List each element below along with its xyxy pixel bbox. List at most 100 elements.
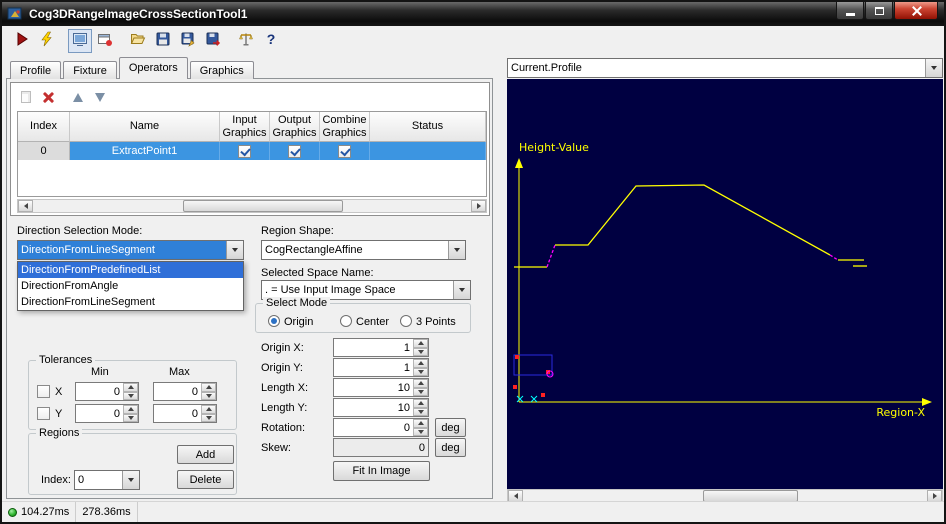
add-region-button[interactable]: Add bbox=[177, 445, 234, 464]
radio-center[interactable] bbox=[340, 315, 352, 327]
spin-down-button[interactable] bbox=[413, 387, 428, 396]
tolerance-x-min-input[interactable]: 0 bbox=[75, 382, 139, 401]
tab-graphics[interactable]: Graphics bbox=[189, 61, 254, 79]
spin-up-button[interactable] bbox=[413, 399, 428, 408]
region-shape-combo[interactable]: CogRectangleAffine bbox=[261, 240, 466, 260]
save-as-button[interactable] bbox=[176, 29, 200, 53]
image-display-button[interactable] bbox=[68, 29, 92, 53]
grid-hscrollbar[interactable] bbox=[17, 199, 487, 213]
length-x-value: 10 bbox=[397, 382, 410, 394]
rotation-input[interactable]: 0 bbox=[333, 418, 429, 437]
main-toolbar: ? bbox=[2, 26, 944, 56]
spin-up-button[interactable] bbox=[413, 379, 428, 388]
fit-in-image-button[interactable]: Fit In Image bbox=[333, 461, 430, 481]
tolerance-y-max-input[interactable]: 0 bbox=[153, 404, 217, 423]
chevron-down-icon bbox=[931, 66, 937, 70]
minimize-button[interactable] bbox=[836, 2, 864, 20]
spin-up-button[interactable] bbox=[413, 339, 428, 348]
spin-down-button[interactable] bbox=[413, 407, 428, 416]
spin-up-button[interactable] bbox=[201, 383, 216, 392]
export-button[interactable] bbox=[201, 29, 225, 53]
spinner bbox=[123, 405, 138, 422]
rotation-deg-button[interactable]: deg bbox=[435, 418, 466, 437]
app-window: Cog3DRangeImageCrossSectionTool1 ? Profi… bbox=[0, 0, 946, 524]
scroll-left-button[interactable] bbox=[18, 200, 33, 212]
add-operator-button[interactable] bbox=[15, 86, 37, 108]
table-row[interactable]: 0 ExtractPoint1 bbox=[18, 142, 486, 160]
lightning-icon bbox=[39, 31, 55, 52]
origin-x-input[interactable]: 1 bbox=[333, 338, 429, 357]
length-y-spinner bbox=[413, 399, 428, 416]
tab-profile[interactable]: Profile bbox=[10, 61, 62, 79]
region-index-value: 0 bbox=[78, 474, 85, 486]
combine-graphics-checkbox[interactable] bbox=[338, 144, 351, 158]
live-run-button[interactable] bbox=[35, 29, 59, 53]
tolerance-y-checkbox[interactable] bbox=[37, 407, 50, 420]
maximize-button[interactable] bbox=[865, 2, 893, 20]
spin-up-button[interactable] bbox=[123, 405, 138, 414]
output-graphics-checkbox[interactable] bbox=[288, 144, 301, 158]
profile-selector-combo[interactable]: Current.Profile bbox=[507, 58, 943, 78]
region-shape-dropdown-button[interactable] bbox=[448, 241, 465, 259]
col-index: Index bbox=[18, 112, 70, 142]
radio-origin-label: Origin bbox=[284, 316, 314, 328]
tolerances-label: Tolerances bbox=[36, 354, 96, 366]
tolerance-x-checkbox[interactable] bbox=[37, 385, 50, 398]
regions-group: Regions Add Index: 0 Delete bbox=[28, 427, 237, 495]
select-mode-group: Select Mode Origin Center 3 Points bbox=[255, 297, 471, 333]
new-image-window-button[interactable] bbox=[93, 29, 117, 53]
save-button[interactable] bbox=[151, 29, 175, 53]
tab-fixture[interactable]: Fixture bbox=[63, 61, 117, 79]
close-button[interactable] bbox=[894, 2, 938, 20]
spin-up-button[interactable] bbox=[123, 383, 138, 392]
scroll-thumb[interactable] bbox=[183, 200, 343, 212]
origin-x-value: 1 bbox=[403, 342, 410, 354]
move-up-button[interactable] bbox=[67, 86, 89, 108]
spin-down-button[interactable] bbox=[413, 367, 428, 376]
spin-down-button[interactable] bbox=[413, 427, 428, 436]
spin-up-button[interactable] bbox=[413, 419, 428, 428]
delete-region-button[interactable]: Delete bbox=[177, 470, 234, 489]
profile-selector-dropdown-button[interactable] bbox=[925, 59, 942, 77]
help-button[interactable]: ? bbox=[259, 29, 283, 53]
origin-y-label: Origin Y: bbox=[261, 362, 303, 374]
spin-down-button[interactable] bbox=[123, 391, 138, 400]
region-index-combo[interactable]: 0 bbox=[74, 470, 140, 490]
droplist-item-angle[interactable]: DirectionFromAngle bbox=[18, 278, 243, 294]
scroll-track[interactable] bbox=[33, 200, 471, 212]
droplist-item-line-segment[interactable]: DirectionFromLineSegment bbox=[18, 294, 243, 310]
spin-down-button[interactable] bbox=[123, 413, 138, 422]
panel-splitter[interactable] bbox=[494, 57, 507, 503]
space-name-label: Selected Space Name: bbox=[261, 267, 374, 279]
region-index-dropdown-button[interactable] bbox=[122, 471, 139, 489]
move-down-button[interactable] bbox=[89, 86, 111, 108]
run-button[interactable] bbox=[10, 29, 34, 53]
input-graphics-checkbox[interactable] bbox=[238, 144, 251, 158]
delete-operator-button[interactable] bbox=[37, 86, 59, 108]
open-file-button[interactable] bbox=[126, 29, 150, 53]
spin-down-button[interactable] bbox=[201, 391, 216, 400]
spin-down-button[interactable] bbox=[413, 347, 428, 356]
space-name-dropdown-button[interactable] bbox=[453, 281, 470, 299]
direction-dropdown-button[interactable] bbox=[226, 241, 243, 259]
tolerance-y-min-input[interactable]: 0 bbox=[75, 404, 139, 423]
status-section-total: 278.36ms bbox=[76, 502, 138, 522]
spin-up-button[interactable] bbox=[201, 405, 216, 414]
scroll-right-button[interactable] bbox=[471, 200, 486, 212]
spin-up-button[interactable] bbox=[413, 359, 428, 368]
measure-button[interactable] bbox=[234, 29, 258, 53]
direction-mode-combo[interactable]: DirectionFromLineSegment bbox=[17, 240, 244, 260]
length-x-input[interactable]: 10 bbox=[333, 378, 429, 397]
tolerance-x-max-value: 0 bbox=[191, 386, 198, 398]
origin-y-input[interactable]: 1 bbox=[333, 358, 429, 377]
col-combine-graphics: Combine Graphics bbox=[320, 112, 370, 142]
tab-operators[interactable]: Operators bbox=[118, 57, 188, 79]
spin-down-button[interactable] bbox=[201, 413, 216, 422]
length-y-input[interactable]: 10 bbox=[333, 398, 429, 417]
radio-3points[interactable] bbox=[400, 315, 412, 327]
droplist-item-predefined-list[interactable]: DirectionFromPredefinedList bbox=[18, 262, 243, 278]
skew-deg-button[interactable]: deg bbox=[435, 438, 466, 457]
profile-display[interactable]: Height-Value Region-X bbox=[507, 79, 943, 489]
tolerance-x-max-input[interactable]: 0 bbox=[153, 382, 217, 401]
radio-origin[interactable] bbox=[268, 315, 280, 327]
